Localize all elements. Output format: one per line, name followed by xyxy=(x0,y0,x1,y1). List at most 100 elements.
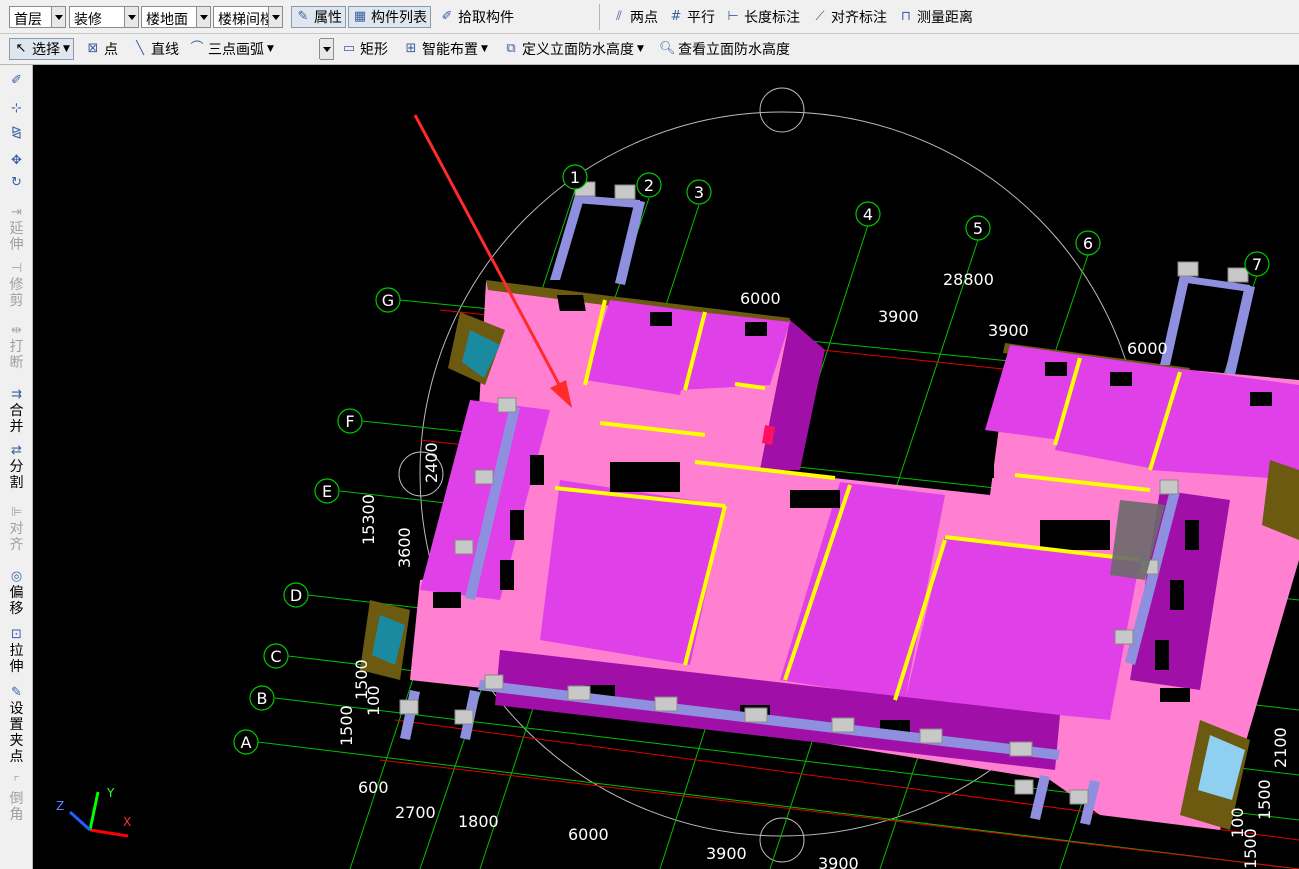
chevron-down-icon[interactable]: ▼ xyxy=(63,44,70,54)
chevron-down-icon[interactable] xyxy=(319,39,333,59)
view-waterproof-button[interactable]: 🔍︎ 查看立面防水高度 xyxy=(656,38,793,60)
properties-label: 属性 xyxy=(314,10,342,26)
break-tool[interactable]: ⇹ 打断 xyxy=(0,323,33,371)
pick-component-button[interactable]: ✐ 拾取构件 xyxy=(436,6,517,28)
grid-label-c: C xyxy=(270,647,281,666)
split-label: 分割 xyxy=(9,459,24,491)
extend-icon: ⇥ xyxy=(11,205,22,220)
dim-left-4: 1500 xyxy=(337,705,356,746)
type-select[interactable]: 装修 xyxy=(69,6,139,28)
define-height-icon: ⧉ xyxy=(506,41,516,56)
axis-x-label: X xyxy=(123,815,131,829)
wall-face[interactable] xyxy=(905,535,1140,720)
chevron-down-icon[interactable]: ▼ xyxy=(267,44,274,54)
grid-label-4: 4 xyxy=(863,205,873,224)
point-icon: ⊠ xyxy=(87,41,99,56)
dim-bottom-5: 3900 xyxy=(818,854,859,869)
measure-distance-button[interactable]: ⊓ 测量距离 xyxy=(895,6,976,28)
offset-icon: ◎ xyxy=(10,569,23,584)
align-dim-button[interactable]: ⟋ 对齐标注 xyxy=(809,6,890,28)
smart-layout-button[interactable]: ⊞ 智能布置 ▼ xyxy=(400,38,491,60)
point-label: 点 xyxy=(104,42,118,58)
line-icon: ╲ xyxy=(136,41,144,56)
align-dim-icon: ⟋ xyxy=(815,9,825,24)
align-tool[interactable]: ⊫ 对齐 xyxy=(0,505,33,553)
stretch-icon: ⊡ xyxy=(11,627,22,642)
chevron-down-icon[interactable] xyxy=(268,7,282,27)
trim-label: 修剪 xyxy=(9,277,24,309)
dim-top-0: 6000 xyxy=(740,289,781,308)
parallel-icon: # xyxy=(670,9,682,24)
parallel-button[interactable]: # 平行 xyxy=(665,6,718,28)
brush-tool[interactable]: ✐ xyxy=(0,73,33,89)
category-select[interactable]: 楼地面 xyxy=(141,6,211,28)
axis-z-label: Z xyxy=(56,799,64,813)
align-dim-label: 对齐标注 xyxy=(831,10,887,26)
dim-bottom-4: 3900 xyxy=(706,844,747,863)
extend-tool[interactable]: ⇥ 延伸 xyxy=(0,205,33,253)
dim-right-0: 2100 xyxy=(1271,727,1290,768)
line-button[interactable]: ╲ 直线 xyxy=(129,38,182,60)
grid-label-3: 3 xyxy=(694,183,704,202)
grip-tool[interactable]: ✎ 设置夹点 xyxy=(0,685,33,765)
view-waterproof-label: 查看立面防水高度 xyxy=(678,42,790,58)
floor-select[interactable]: 首层 xyxy=(9,6,66,28)
define-waterproof-button[interactable]: ⧉ 定义立面防水高度 ▼ xyxy=(500,38,647,60)
select-button[interactable]: ↖ 选择 ▼ xyxy=(9,38,74,60)
measure-icon: ⊓ xyxy=(900,9,912,24)
grid-label-e: E xyxy=(322,482,332,501)
rectangle-button[interactable]: ▭ 矩形 xyxy=(338,38,391,60)
main-toolbar: 首层 装修 楼地面 楼梯间楼 ✎ 属性 ▦ 构件列表 ✐ 拾取构件 ⫽ 两点 #… xyxy=(0,0,1299,34)
model-canvas[interactable]: 1 2 3 4 5 6 7 G F E D C B A 6000 3900 39… xyxy=(34,65,1299,869)
chevron-down-icon[interactable] xyxy=(51,7,65,27)
arc-mode-select[interactable] xyxy=(319,38,334,60)
dim-left-0: 2400 xyxy=(422,442,441,483)
mirror-tool[interactable]: ⧎ xyxy=(0,125,33,141)
point-button[interactable]: ⊠ 点 xyxy=(82,38,121,60)
chamfer-tool[interactable]: ⌜ 倒角 xyxy=(0,775,33,823)
component-select[interactable]: 楼梯间楼 xyxy=(213,6,283,28)
properties-button[interactable]: ✎ 属性 xyxy=(291,6,346,28)
grid-label-6: 6 xyxy=(1083,234,1093,253)
chevron-down-icon[interactable] xyxy=(196,7,210,27)
chevron-down-icon[interactable] xyxy=(124,7,138,27)
two-point-icon: ⫽ xyxy=(616,9,622,24)
category-select-value: 楼地面 xyxy=(146,12,188,28)
split-tool[interactable]: ⇄ 分割 xyxy=(0,443,33,491)
view-height-icon: 🔍︎ xyxy=(659,41,676,56)
move-tool[interactable]: ✥ xyxy=(0,153,33,169)
chevron-down-icon[interactable]: ▼ xyxy=(481,44,488,54)
grid-label-g: G xyxy=(382,291,394,310)
3d-viewport[interactable]: 1 2 3 4 5 6 7 G F E D C B A 6000 3900 39… xyxy=(34,65,1299,869)
properties-icon: ✎ xyxy=(297,9,309,24)
dim-bottom-2: 1800 xyxy=(458,812,499,831)
dim-left-5: 100 xyxy=(364,685,383,716)
chamfer-icon: ⌜ xyxy=(13,775,20,790)
length-dim-button[interactable]: ⊢ 长度标注 xyxy=(722,6,803,28)
orbit-handle-top[interactable] xyxy=(759,87,805,133)
orbit-handle-bottom[interactable] xyxy=(759,817,805,863)
draw-toolbar: ↖ 选择 ▼ ⊠ 点 ╲ 直线 ⌒ 三点画弧 ▼ ▭ 矩形 ⊞ 智能布置 ▼ ⧉… xyxy=(0,34,1299,65)
grid-label-d: D xyxy=(290,586,302,605)
grid-label-1: 1 xyxy=(570,168,580,187)
component-list-button[interactable]: ▦ 构件列表 xyxy=(348,6,431,28)
split-icon: ⇄ xyxy=(11,443,22,458)
component-list-label: 构件列表 xyxy=(371,10,427,26)
rectangle-icon: ▭ xyxy=(342,41,356,56)
trim-tool[interactable]: ⊣ 修剪 xyxy=(0,261,33,309)
grid-label-a: A xyxy=(241,733,252,752)
stretch-tool[interactable]: ⊡ 拉伸 xyxy=(0,627,33,675)
rotate-tool[interactable]: ↻ xyxy=(0,175,33,191)
dim-top-3: 28800 xyxy=(943,270,994,289)
grip-label: 设置夹点 xyxy=(9,701,24,765)
two-point-button[interactable]: ⫽ 两点 xyxy=(608,6,661,28)
grid-label-5: 5 xyxy=(973,219,983,238)
align-label: 对齐 xyxy=(9,521,24,553)
arc-button[interactable]: ⌒ 三点画弧 ▼ xyxy=(186,38,277,60)
axis-gizmo: X Y Z xyxy=(56,786,131,838)
merge-tool[interactable]: ⇉ 合并 xyxy=(0,387,33,435)
copy-tool[interactable]: ⊹ xyxy=(0,101,33,117)
chevron-down-icon[interactable]: ▼ xyxy=(637,44,644,54)
dim-left-1: 15300 xyxy=(359,494,378,545)
offset-tool[interactable]: ◎ 偏移 xyxy=(0,569,33,617)
